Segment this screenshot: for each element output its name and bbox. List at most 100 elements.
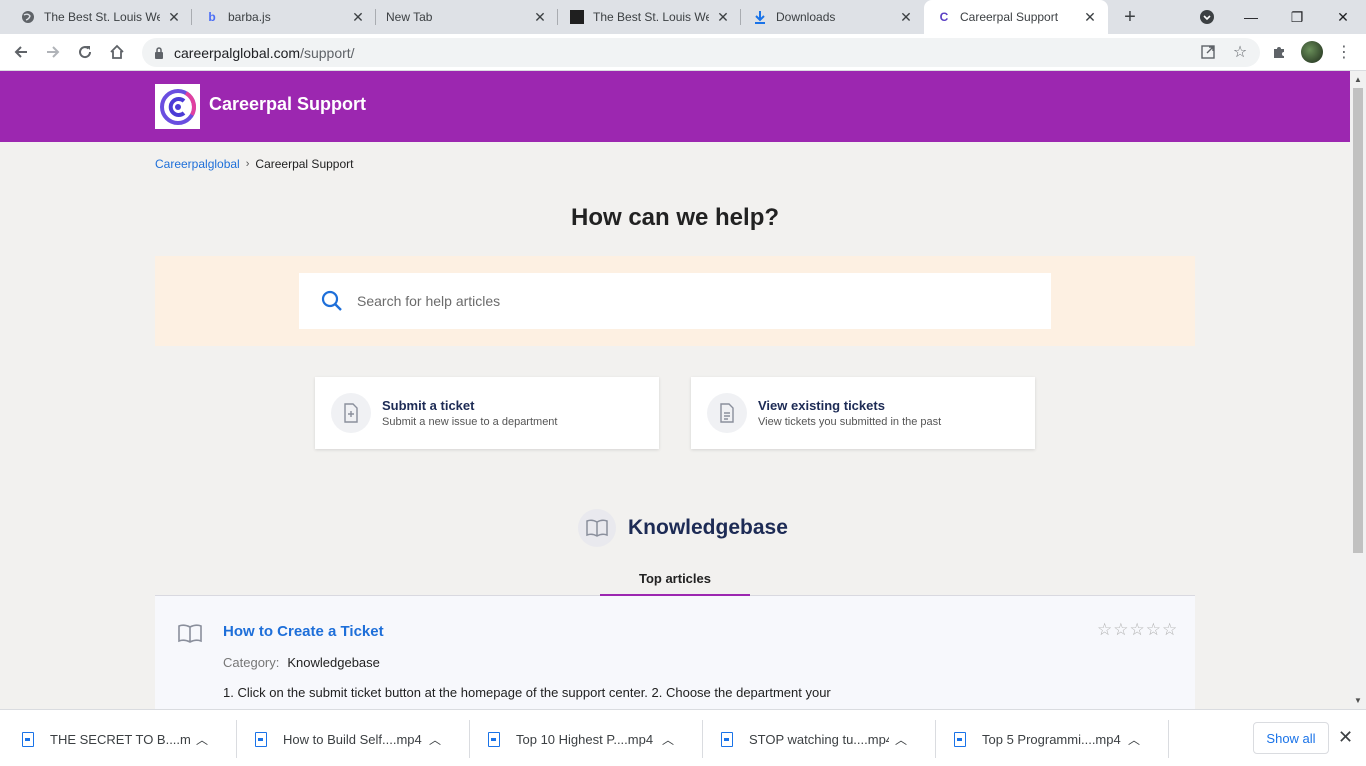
address-bar[interactable]: careerpalglobal.com/support/ [142,38,1260,67]
page-title: How can we help? [570,204,780,231]
close-icon[interactable]: ✕ [166,9,182,25]
article-title-link[interactable]: How to Create a Ticket [223,623,384,640]
tab-title: Downloads [776,10,836,24]
browser-tab-5[interactable]: Downloads ✕ [732,0,924,34]
tab-title: New Tab [386,10,433,24]
globe-icon [20,9,36,25]
url-text: careerpalglobal.com/support/ [174,44,355,61]
close-icon[interactable]: ✕ [1082,9,1098,25]
browser-tab-6[interactable]: C Careerpal Support ✕ [924,0,1108,34]
star-icon[interactable]: ☆ [1130,620,1145,640]
download-item[interactable]: Top 10 Highest P....mp4 ︿ [466,720,674,758]
profile-avatar[interactable] [1300,40,1324,64]
file-text-icon [707,393,747,433]
article-card: How to Create a Ticket ☆ ☆ ☆ ☆ ☆ Categor… [155,596,1195,709]
close-icon[interactable]: ✕ [350,9,366,25]
minimize-button[interactable]: — [1228,0,1274,34]
tab-title: The Best St. Louis Web [44,10,160,24]
view-tickets-card[interactable]: View existing tickets View tickets you s… [691,377,1035,449]
download-item[interactable]: Top 5 Programmi....mp4 ︿ [932,720,1140,758]
site-header: Careerpal Support [0,71,1350,142]
chevron-up-icon[interactable]: ︿ [895,731,907,748]
new-tab-button[interactable]: + [1118,5,1142,29]
search-input[interactable] [357,293,957,309]
submit-ticket-card[interactable]: Submit a ticket Submit a new issue to a … [315,377,659,449]
breadcrumb: Careerpalglobal › Careerpal Support [155,157,353,171]
view-tickets-description: View tickets you submitted in the past [758,416,942,428]
category-value: Knowledgebase [287,655,380,670]
forward-button[interactable] [41,40,65,64]
view-tickets-title: View existing tickets [758,398,885,413]
browser-menu-icon[interactable]: ⋮ [1332,40,1356,64]
open-in-app-icon[interactable] [1196,40,1220,64]
chevron-up-icon[interactable]: ︿ [662,731,674,748]
search-section [155,256,1195,346]
scroll-down-arrow-icon[interactable]: ▼ [1354,696,1362,705]
video-file-icon [721,731,733,747]
knowledgebase-heading: Knowledgebase [578,509,788,547]
chevron-right-icon: › [245,158,250,170]
chevron-up-icon[interactable]: ︿ [1128,731,1140,748]
downloads-bar: THE SECRET TO B....mp4 ︿ How to Build Se… [0,709,1366,766]
download-item[interactable]: STOP watching tu....mp4 ︿ [699,720,907,758]
restore-button[interactable]: ❐ [1274,0,1320,34]
close-icon[interactable]: ✕ [715,9,731,25]
search-box[interactable] [299,273,1051,329]
video-file-icon [954,731,966,747]
article-category: Category: Knowledgebase [223,655,380,670]
reload-button[interactable] [73,40,97,64]
chevron-up-icon[interactable]: ︿ [196,731,208,748]
knowledgebase-tabs: Top articles [155,566,1195,596]
download-item[interactable]: THE SECRET TO B....mp4 ︿ [0,720,208,758]
dark-square-icon [569,9,585,25]
star-icon[interactable]: ☆ [1113,620,1128,640]
browser-tab-strip: The Best St. Louis Web ✕ b barba.js ✕ Ne… [0,0,1366,34]
download-filename: How to Build Self....mp4 [283,731,422,747]
close-icon[interactable]: ✕ [532,9,548,25]
knowledgebase-title: Knowledgebase [628,516,788,539]
star-icon[interactable]: ☆ [1097,620,1112,640]
close-window-button[interactable]: ✕ [1320,0,1366,34]
close-icon[interactable]: ✕ [898,9,914,25]
barba-icon: b [208,10,216,24]
download-item[interactable]: How to Build Self....mp4 ︿ [233,720,441,758]
careerpal-logo[interactable] [155,84,200,129]
careerpal-icon: C [939,10,949,24]
download-filename: STOP watching tu....mp4 [749,731,889,747]
download-filename: THE SECRET TO B....mp4 [50,731,190,747]
book-open-icon [178,624,202,643]
rating-stars[interactable]: ☆ ☆ ☆ ☆ ☆ [1097,620,1177,640]
breadcrumb-current: Careerpal Support [255,157,354,171]
search-icon [321,290,342,311]
category-label: Category: [223,655,280,670]
bookmark-star-icon[interactable]: ☆ [1228,40,1252,64]
star-icon[interactable]: ☆ [1146,620,1161,640]
article-excerpt: 1. Click on the submit ticket button at … [223,685,831,700]
page-viewport: Careerpal Support Careerpalglobal › Care… [0,71,1350,709]
page-scrollbar[interactable]: ▲ ▼ [1350,71,1366,709]
show-all-button[interactable]: Show all [1253,722,1329,754]
brand-title[interactable]: Careerpal Support [209,94,366,115]
tab-title: barba.js [228,10,271,24]
home-button[interactable] [105,40,129,64]
tab-search-icon[interactable] [1184,0,1230,34]
scroll-up-arrow-icon[interactable]: ▲ [1354,75,1362,84]
tab-top-articles[interactable]: Top articles [600,566,750,596]
scroll-thumb[interactable] [1353,88,1363,553]
chevron-up-icon[interactable]: ︿ [429,731,441,748]
browser-tab-2[interactable]: b barba.js ✕ [184,0,376,34]
extensions-puzzle-icon[interactable] [1267,40,1291,64]
video-file-icon [255,731,267,747]
video-file-icon [22,731,34,747]
breadcrumb-root-link[interactable]: Careerpalglobal [155,157,240,171]
file-plus-icon [331,393,371,433]
tab-title: The Best St. Louis Web [593,10,709,24]
close-icon[interactable]: ✕ [1338,727,1353,748]
browser-tab-3[interactable]: New Tab ✕ [366,0,558,34]
download-filename: Top 5 Programmi....mp4 [982,731,1121,747]
back-button[interactable] [9,40,33,64]
browser-tab-4[interactable]: The Best St. Louis Web ✕ [549,0,741,34]
star-icon[interactable]: ☆ [1162,620,1177,640]
lock-icon[interactable] [152,46,166,60]
browser-tab-1[interactable]: The Best St. Louis Web ✕ [0,0,192,34]
